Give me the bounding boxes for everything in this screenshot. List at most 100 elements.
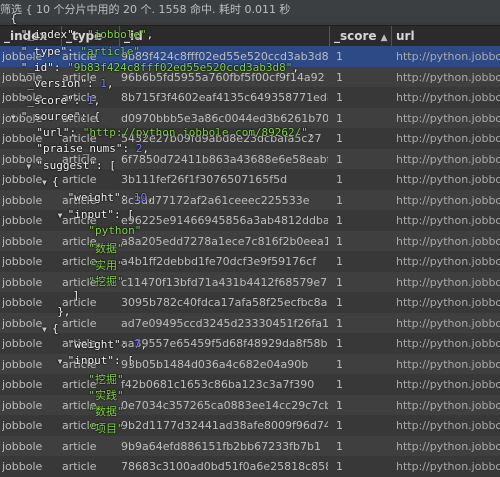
cell-score: 1 [336,419,343,432]
cell-id: a4b1ff2debbd1fe70dcf3e9f59176cf [121,255,317,268]
table-row[interactable]: jobbole article 9b2d1177d32441ad38afe8009f… [0,415,500,436]
table-row[interactable]: jobbole article 3095b782c40fdca17afa58f25e… [0,292,500,313]
cell-score: 1 [336,152,343,166]
table-row[interactable]: jobbole article 9b9a64efd886151fb2bb67233f… [0,435,500,457]
cell-score: 1 [336,234,343,248]
table-row[interactable]: jobbole article 3b111fef26f1f3076507165f5d… [0,169,500,190]
cell-url: http://python.jobbole [396,70,500,84]
cell-id: 8b715f3f4602eaf4135c649358771ed8 [121,91,328,104]
cell-url: http://python.jobbole [396,460,500,473]
cell-index: jobbole [2,296,43,309]
cell-url: http://python.jobbole [396,357,500,371]
cell-index: jobbole [2,173,43,186]
cell-url: http://python.jobbole [396,234,500,248]
cell-url: http://python.jobbole [396,255,500,268]
cell-id: a8a205edd7278a1ece7c816f2b0eea1 [121,234,328,248]
cell-score: 1 [336,275,343,289]
cell-score: 1 [336,357,343,371]
cell-score: 1 [336,173,343,186]
cell-id: 78683c3100ad0bd51f0a6e25818c8582 [121,460,328,473]
cell-url: http://python.jobbole [396,91,500,104]
cell-type: article [62,193,97,207]
cell-id: 9b9a64efd886151fb2bb67233fb7b1 [121,439,321,453]
cell-url: http://python.jobbole [396,111,500,125]
cell-index: jobbole [2,214,43,227]
column-header-score[interactable]: _score ▲ [330,26,392,46]
cell-url: http://python.jobbole [396,214,500,227]
cell-score: 1 [336,439,343,453]
cell-index: jobbole [2,398,43,412]
column-header-id[interactable]: _id [120,26,330,46]
cell-index: jobbole [2,255,43,268]
column-header-url[interactable]: url [392,26,500,46]
cell-index: jobbole [2,275,43,289]
cell-index: jobbole [2,152,43,166]
cell-type: article [62,296,97,309]
cell-type: article [62,173,97,186]
sort-ascending-icon: ▲ [380,33,388,43]
cell-score: 1 [336,296,343,309]
cell-url: http://python.jobbole [396,419,500,432]
cell-type: article [62,357,97,371]
cell-type: article [62,132,97,145]
table-row[interactable]: jobbole article 5432e27b09fd9abd8e23dcbafa… [0,128,500,149]
cell-score: 1 [336,460,343,473]
table-row[interactable]: jobbole article c11470f13bfd71a431b4412f68… [0,271,500,293]
status-text: 筛选 { 10 个分片中用的 20 个. 1558 命中. 耗时 0.011 秒 [0,3,291,16]
cell-url: http://python.jobbole [396,337,500,350]
cell-url: http://python.jobbole [396,296,500,309]
cell-id: e96225e91466945856a3ab4812ddbaf7 [121,214,328,227]
cell-type: article [62,419,97,432]
table-row[interactable]: jobbole article 8c3dd77172af2a61ceeec22553… [0,189,500,211]
cell-index: jobbole [2,91,43,104]
cell-id: f42b0681c1653c86ba123c3a7f390 [121,378,315,391]
cell-score: 1 [336,111,343,125]
cell-type: article [62,50,97,63]
cell-index: jobbole [2,316,43,330]
cell-score: 1 [336,132,343,145]
table-row[interactable]: jobbole article d0970bbb5e3a86c0044ed3b626… [0,107,500,129]
cell-type: article [62,398,97,412]
cell-type: article [62,439,97,453]
cell-id: 3b111fef26f1f3076507165f5d [121,173,288,186]
table-row[interactable]: jobbole article a4b1ff2debbd1fe70dcf3e9f59… [0,251,500,272]
cell-score: 1 [336,214,343,227]
cell-url: http://python.jobbole [396,398,500,412]
table-row[interactable]: jobbole article 93b05b1484d036a4c682e04a90… [0,353,500,375]
table-row[interactable]: jobbole article 78683c3100ad0bd51f0a6e2581… [0,456,500,477]
table-row[interactable]: jobbole article aa39557e65459f5d68f48929da… [0,333,500,354]
table-row[interactable]: jobbole article 8b715f3f4602eaf4135c649358… [0,87,500,108]
cell-id: 9b83f424c8fff02ed55e520ccd3ab3d8 [121,50,328,63]
cell-index: jobbole [2,193,43,207]
table-row[interactable]: jobbole article f42b0681c1653c86ba123c3a7f… [0,374,500,395]
cell-url: http://python.jobbole [396,378,500,391]
cell-type: article [62,275,97,289]
cell-id: 8c3dd77172af2a61ceeec225533e [121,193,310,207]
cell-index: jobbole [2,70,43,84]
cell-index: jobbole [2,234,43,248]
cell-score: 1 [336,398,343,412]
cell-id: 6f7850d72411b863a43688e6e58eabf0 [121,152,328,166]
cell-type: article [62,255,97,268]
cell-index: jobbole [2,460,43,473]
table-row[interactable]: jobbole article 6f7850d72411b863a43688e6e5… [0,148,500,170]
table-row[interactable]: jobbole article 0e7034c357265ca0883ee14cc2… [0,394,500,416]
cell-index: jobbole [2,357,43,371]
table-row[interactable]: jobbole article 96b6b5fd5955a760fbf5f00cf9… [0,66,500,88]
table-row[interactable]: jobbole article ad7e09495ccd3245d23330451f… [0,312,500,334]
cell-url: http://python.jobbole [396,132,500,145]
cell-id: 5432e27b09fd9abd8e23dcbafa5c27 [121,132,322,145]
column-header-index[interactable]: _index [0,26,62,46]
cell-index: jobbole [2,419,43,432]
cell-type: article [62,214,97,227]
column-header-type[interactable]: _type [62,26,120,46]
cell-url: http://python.jobbole [396,275,500,289]
table-row[interactable]: jobbole article a8a205edd7278a1ece7c816f2b… [0,230,500,252]
cell-url: http://python.jobbole [396,173,500,186]
cell-type: article [62,111,97,125]
table-row[interactable]: jobbole article 9b83f424c8fff02ed55e520ccd… [0,46,500,67]
table-row[interactable]: jobbole article e96225e91466945856a3ab4812… [0,210,500,231]
cell-score: 1 [336,316,343,330]
cell-score: 1 [336,255,343,268]
cell-id: 9b2d1177d32441ad38afe8009f96d74 [121,419,328,432]
